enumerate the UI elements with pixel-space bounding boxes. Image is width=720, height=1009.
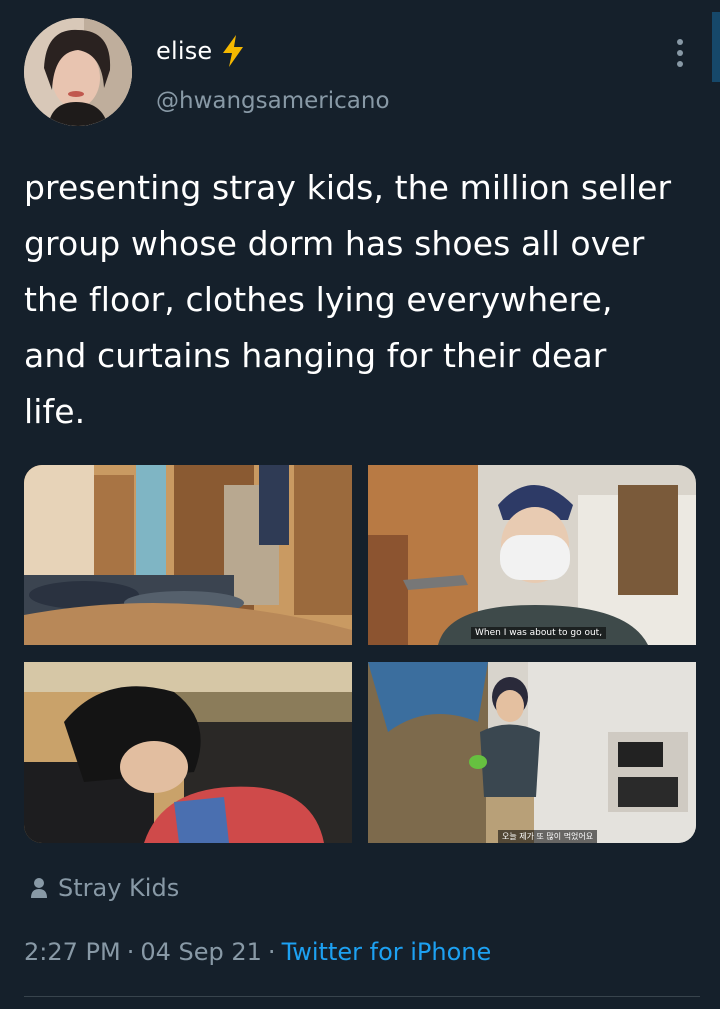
name-row: elise	[156, 34, 246, 68]
scroll-indicator	[712, 12, 720, 82]
bolt-icon	[223, 35, 244, 67]
user-handle[interactable]: @hwangsamericano	[156, 88, 390, 114]
media-photo-4[interactable]: 오늘 제가 또 많이 먹었어요	[368, 662, 696, 843]
tweet-time[interactable]: 2:27 PM	[24, 938, 121, 966]
more-icon[interactable]	[672, 38, 688, 68]
tweet-header: elise @hwangsamericano	[24, 18, 700, 128]
separator: ·	[267, 938, 276, 966]
video-subtitle: 오늘 제가 또 많이 먹었어요	[498, 830, 598, 843]
media-photo-1[interactable]	[24, 465, 352, 645]
display-name[interactable]: elise	[156, 37, 212, 65]
tweet-source-link[interactable]: Twitter for iPhone	[282, 938, 492, 966]
tweet-date[interactable]: 04 Sep 21	[140, 938, 262, 966]
separator: ·	[126, 938, 135, 966]
tweet-text: presenting stray kids, the million selle…	[24, 168, 672, 431]
tagged-users[interactable]: Stray Kids	[30, 874, 179, 902]
person-icon	[31, 878, 47, 898]
media-photo-2[interactable]: When I was about to go out,	[368, 465, 696, 645]
divider	[24, 996, 700, 997]
video-subtitle: When I was about to go out,	[471, 627, 607, 639]
tweet-meta: 2:27 PM · 04 Sep 21 · Twitter for iPhone	[24, 938, 491, 966]
media-grid: When I was about to go out, 오늘 제가 또 많이 먹…	[24, 465, 696, 843]
avatar[interactable]	[24, 18, 132, 126]
avatar-image	[24, 18, 132, 126]
tagged-user-label: Stray Kids	[58, 874, 180, 902]
media-photo-3[interactable]	[24, 662, 352, 843]
